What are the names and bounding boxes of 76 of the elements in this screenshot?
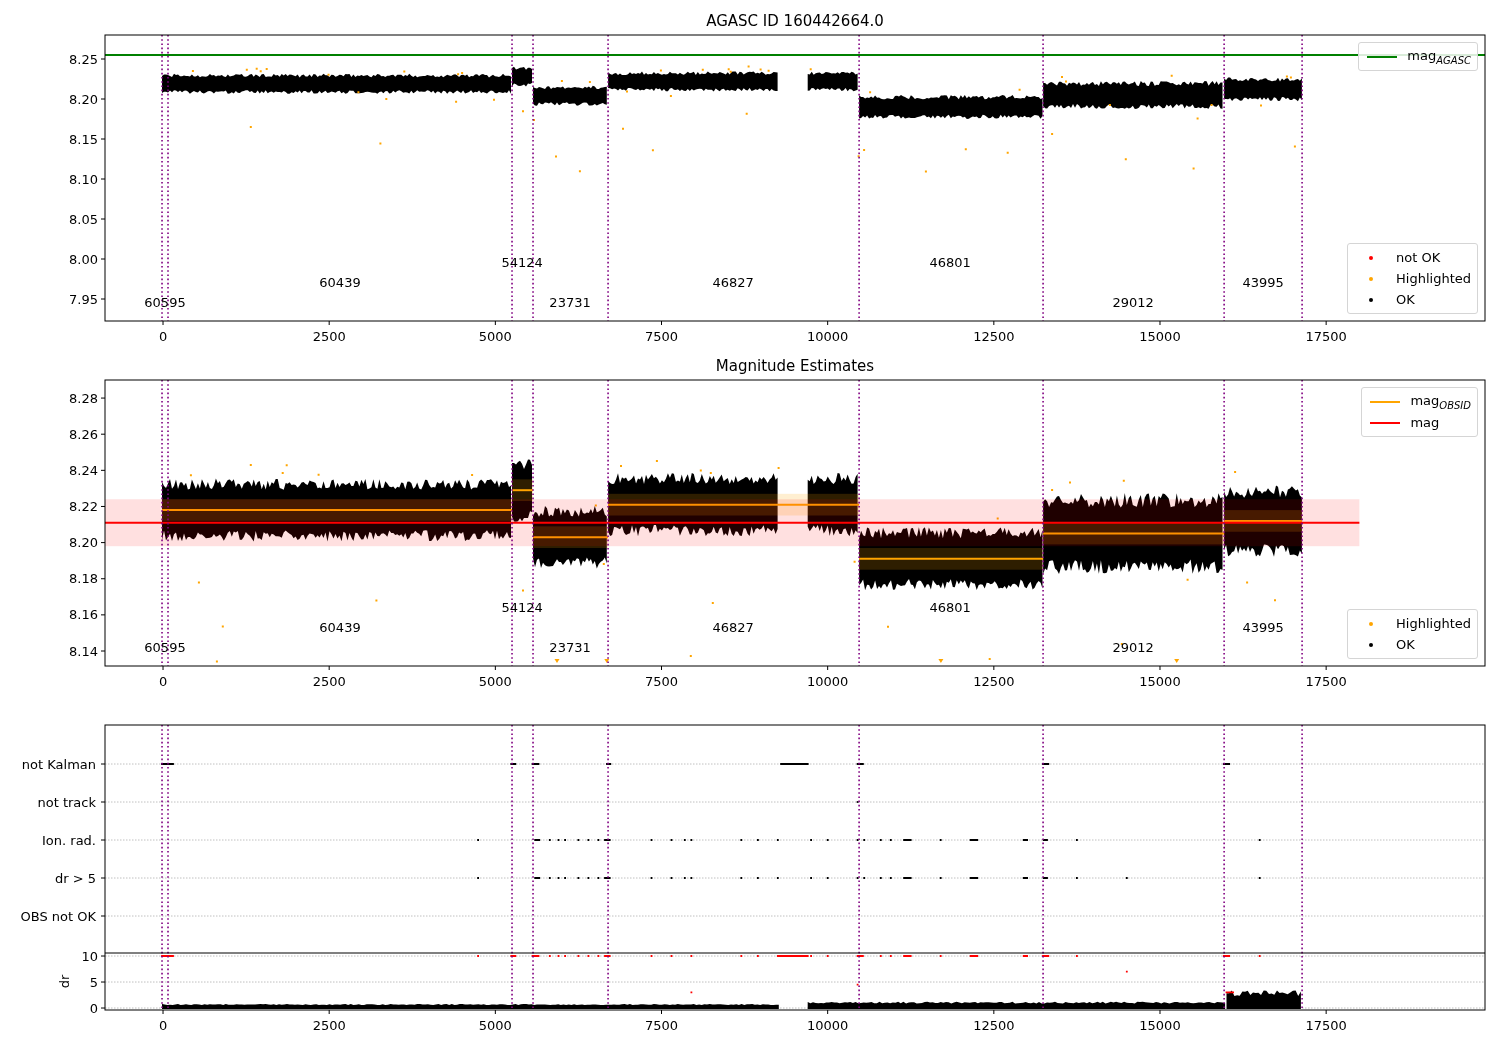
legend-label: mag$_{AGASC}$ xyxy=(1406,47,1471,66)
flag-label: not Kalman xyxy=(21,756,96,772)
x-tick-label: 12500 xyxy=(973,329,1015,344)
flag-label: OBS not OK xyxy=(20,908,96,924)
x-tick-label: 10000 xyxy=(807,329,849,344)
y-tick-label: 8.20 xyxy=(69,91,98,107)
obsid-label: 46801 xyxy=(929,255,971,270)
y-tick-label: 8.18 xyxy=(69,571,98,587)
legend-label: OK xyxy=(1395,292,1415,307)
chart-title: AGASC ID 160442664.0 xyxy=(706,12,884,30)
y-tick-label: 5 xyxy=(89,974,98,990)
flag-label: not track xyxy=(37,794,96,810)
legend-label: Highlighted xyxy=(1395,616,1471,631)
obsid-label: 60595 xyxy=(144,640,186,655)
obsid-label: 29012 xyxy=(1112,640,1154,655)
y-tick-label: 8.10 xyxy=(69,171,98,187)
obsid-label: 46827 xyxy=(712,620,754,635)
legend-label: Highlighted xyxy=(1395,271,1471,286)
obsid-label: 54124 xyxy=(501,255,543,270)
flag-label: dr > 5 xyxy=(54,870,96,886)
x-tick-label: 5000 xyxy=(478,674,512,689)
x-tick-label: 10000 xyxy=(807,674,849,689)
x-tick-label: 7500 xyxy=(644,1018,679,1033)
x-tick-label: 0 xyxy=(158,674,168,689)
obsid-label: 46827 xyxy=(712,275,754,290)
chart-title: Magnitude Estimates xyxy=(715,357,875,375)
x-tick-label: 15000 xyxy=(1139,674,1181,689)
obsid-label: 43995 xyxy=(1242,275,1284,290)
x-tick-label: 7500 xyxy=(644,329,679,344)
x-tick-label: 7500 xyxy=(644,674,679,689)
x-tick-label: 12500 xyxy=(973,674,1015,689)
flag-markers xyxy=(856,801,859,803)
legend-label: OK xyxy=(1395,637,1415,652)
y-tick-label: 8.00 xyxy=(69,251,98,267)
legend-label: mag xyxy=(1409,415,1440,430)
x-tick-label: 15000 xyxy=(1139,1018,1181,1033)
y-tick-label: 10 xyxy=(81,948,98,964)
obsid-label: 29012 xyxy=(1112,295,1154,310)
y-tick-label: 8.28 xyxy=(69,390,98,406)
obsid-label: 43995 xyxy=(1242,620,1284,635)
y-tick-label: 7.95 xyxy=(69,291,98,307)
x-tick-label: 2500 xyxy=(312,1018,346,1033)
x-tick-label: 17500 xyxy=(1305,674,1347,689)
obsid-label: 54124 xyxy=(501,600,543,615)
x-tick-label: 0 xyxy=(158,329,168,344)
x-tick-label: 15000 xyxy=(1139,329,1181,344)
flag-label: Ion. rad. xyxy=(42,832,96,848)
y-tick-label: 8.22 xyxy=(69,498,98,514)
y-tick-label: 8.26 xyxy=(69,426,98,442)
axis-label: dr xyxy=(57,974,72,989)
x-tick-label: 17500 xyxy=(1305,1018,1347,1033)
obsid-label: 46801 xyxy=(929,600,971,615)
obsid-label: 60439 xyxy=(319,275,361,290)
x-tick-label: 17500 xyxy=(1305,329,1347,344)
x-tick-label: 5000 xyxy=(478,1018,512,1033)
y-tick-label: 8.16 xyxy=(69,607,98,623)
y-tick-label: 8.20 xyxy=(69,535,98,551)
x-tick-label: 10000 xyxy=(807,1018,849,1033)
obsid-label: 60439 xyxy=(319,620,361,635)
y-tick-label: 8.14 xyxy=(69,643,98,659)
x-tick-label: 2500 xyxy=(312,329,346,344)
y-tick-label: 8.15 xyxy=(69,131,98,147)
x-tick-label: 0 xyxy=(158,1018,168,1033)
segment-mean-line xyxy=(511,489,535,492)
legend-label: not OK xyxy=(1395,250,1441,265)
obsid-label: 23731 xyxy=(549,640,591,655)
legend-label: mag$_{OBSID}$ xyxy=(1409,392,1471,411)
y-tick-label: 8.25 xyxy=(69,51,98,67)
x-tick-label: 2500 xyxy=(312,674,346,689)
y-tick-label: 8.24 xyxy=(69,462,98,478)
y-tick-label: 0 xyxy=(89,1000,98,1016)
y-tick-label: 8.05 xyxy=(69,211,98,227)
obsid-label: 60595 xyxy=(144,295,186,310)
x-tick-label: 12500 xyxy=(973,1018,1015,1033)
obsid-label: 23731 xyxy=(549,295,591,310)
x-tick-label: 5000 xyxy=(478,329,512,344)
